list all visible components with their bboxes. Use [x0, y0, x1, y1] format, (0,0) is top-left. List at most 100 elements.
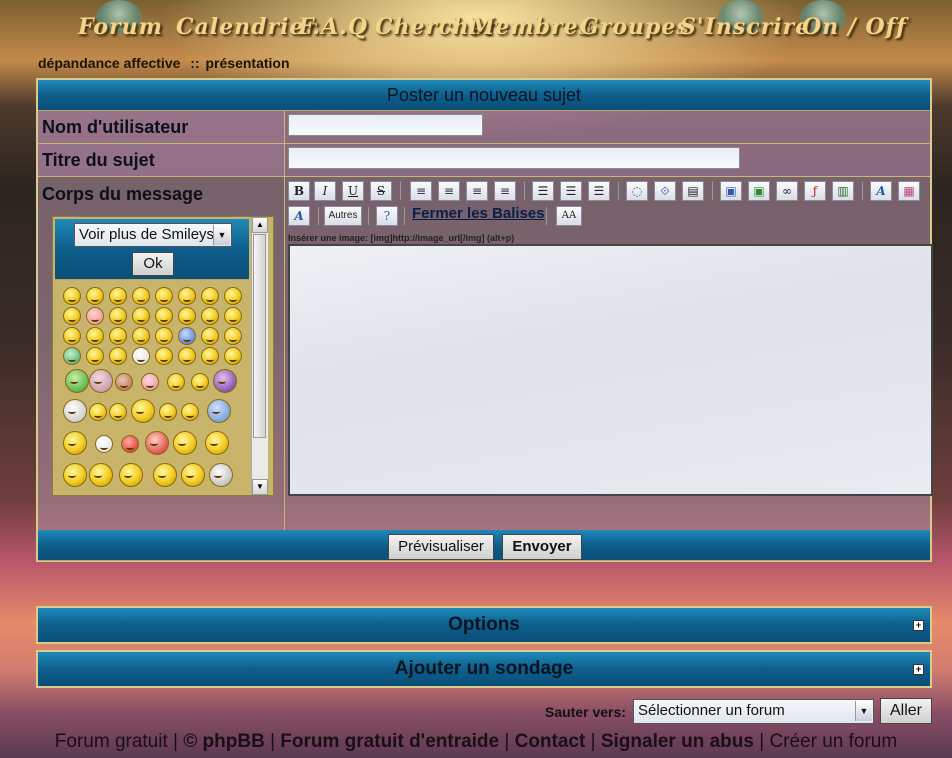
smiley-icon[interactable] [155, 307, 173, 325]
strike-button[interactable]: S [370, 181, 392, 201]
smiley-icon[interactable] [86, 327, 104, 345]
smiley-icon[interactable] [159, 403, 177, 421]
message-textarea[interactable] [288, 244, 933, 496]
smiley-icon[interactable] [181, 463, 205, 487]
image-host-icon[interactable]: ▣ [720, 181, 742, 201]
smiley-icon[interactable] [63, 431, 87, 455]
video-icon[interactable]: ▥ [832, 181, 854, 201]
expand-icon[interactable]: + [913, 620, 924, 631]
breadcrumb-subforum[interactable]: présentation [206, 55, 290, 71]
font-size-icon[interactable]: AA [556, 206, 582, 226]
send-button[interactable]: Envoyer [502, 534, 582, 560]
color-palette-icon[interactable]: ▦ [898, 181, 920, 201]
autres-button[interactable]: Autres [324, 206, 362, 226]
nav-groupes[interactable]: Groupes [580, 14, 690, 40]
smiley-icon[interactable] [224, 307, 242, 325]
options-section[interactable]: Options + [36, 606, 932, 644]
smiley-icon[interactable] [63, 399, 87, 423]
smiley-icon[interactable] [145, 431, 169, 455]
smiley-icon[interactable] [63, 347, 81, 365]
jump-forum-select[interactable]: Sélectionner un forum ▼ [633, 699, 874, 724]
smiley-icon[interactable] [178, 347, 196, 365]
smiley-icon[interactable] [63, 327, 81, 345]
smiley-icon[interactable] [109, 403, 127, 421]
italic-button[interactable]: I [314, 181, 336, 201]
code-icon[interactable]: ⟐ [654, 181, 676, 201]
smiley-icon[interactable] [65, 369, 89, 393]
smiley-icon[interactable] [86, 287, 104, 305]
smiley-icon[interactable] [109, 307, 127, 325]
font-face-icon[interactable]: A [288, 206, 310, 226]
footer-entraide[interactable]: Forum gratuit d'entraide [280, 731, 499, 752]
breadcrumb-forum[interactable]: dépandance affective [38, 55, 180, 71]
image-icon[interactable]: ▣ [748, 181, 770, 201]
smiley-icon[interactable] [132, 287, 150, 305]
smiley-icon[interactable] [155, 287, 173, 305]
help-icon[interactable]: ? [376, 206, 398, 226]
bullet-list-icon[interactable]: ☰ [532, 181, 554, 201]
numbered-list-icon[interactable]: ☰ [560, 181, 582, 201]
smiley-icon[interactable] [178, 307, 196, 325]
smiley-icon[interactable] [173, 431, 197, 455]
smiley-icon[interactable] [95, 435, 113, 453]
close-tags-link[interactable]: Fermer les Balises [412, 205, 545, 222]
smiley-icon[interactable] [213, 369, 237, 393]
nav-forum[interactable]: Forum [78, 14, 163, 40]
footer-forum-gratuit[interactable]: Forum gratuit [55, 731, 168, 752]
expand-icon[interactable]: + [913, 664, 924, 675]
smiley-icon[interactable] [89, 463, 113, 487]
align-justify-icon[interactable]: ≡ [494, 181, 516, 201]
smiley-icon[interactable] [89, 403, 107, 421]
smiley-icon[interactable] [191, 373, 209, 391]
footer-creer[interactable]: Créer un forum [769, 731, 897, 752]
smiley-icon[interactable] [132, 327, 150, 345]
footer-abus[interactable]: Signaler un abus [601, 731, 754, 752]
align-left-icon[interactable]: ≡ [410, 181, 432, 201]
smiley-icon[interactable] [224, 327, 242, 345]
preview-button[interactable]: Prévisualiser [388, 534, 494, 560]
subject-input[interactable] [288, 147, 740, 169]
flash-icon[interactable]: ƒ [804, 181, 826, 201]
smiley-icon[interactable] [201, 347, 219, 365]
table-icon[interactable]: ▤ [682, 181, 704, 201]
smiley-icon[interactable] [115, 373, 133, 391]
underline-button[interactable]: U [342, 181, 364, 201]
font-color-icon[interactable]: A [870, 181, 892, 201]
link-icon[interactable]: ∞ [776, 181, 798, 201]
scroll-down-icon[interactable]: ▼ [252, 479, 268, 495]
nav-faq[interactable]: F.A.Q [298, 14, 368, 40]
smiley-icon[interactable] [109, 347, 127, 365]
smiley-icon[interactable] [167, 373, 185, 391]
smiley-icon[interactable] [63, 463, 87, 487]
smiley-icon[interactable] [86, 347, 104, 365]
smiley-icon[interactable] [209, 463, 233, 487]
scrollbar-thumb[interactable] [253, 234, 266, 438]
smiley-scrollbar[interactable]: ▲ ▼ [251, 217, 268, 495]
nav-calendrier[interactable]: Calendrier [176, 14, 317, 40]
smiley-icon[interactable] [201, 287, 219, 305]
poll-section[interactable]: Ajouter un sondage + [36, 650, 932, 688]
smiley-icon[interactable] [155, 347, 173, 365]
smiley-icon[interactable] [178, 287, 196, 305]
smiley-icon[interactable] [86, 307, 104, 325]
horizontal-rule-icon[interactable]: ☰ [588, 181, 610, 201]
smiley-icon[interactable] [224, 287, 242, 305]
smiley-icon[interactable] [178, 327, 196, 345]
smiley-icon[interactable] [132, 347, 150, 365]
nav-on-off[interactable]: On / Off [802, 14, 907, 40]
smiley-icon[interactable] [89, 369, 113, 393]
smiley-icon[interactable] [132, 307, 150, 325]
footer-contact[interactable]: Contact [515, 731, 586, 752]
quote-icon[interactable]: ◌ [626, 181, 648, 201]
username-input[interactable] [288, 114, 483, 136]
smiley-icon[interactable] [181, 403, 199, 421]
align-right-icon[interactable]: ≡ [466, 181, 488, 201]
jump-go-button[interactable]: Aller [880, 698, 932, 724]
smiley-icon[interactable] [63, 287, 81, 305]
smiley-icon[interactable] [155, 327, 173, 345]
smiley-icon[interactable] [224, 347, 242, 365]
smiley-icon[interactable] [153, 463, 177, 487]
smiley-icon[interactable] [109, 327, 127, 345]
smiley-icon[interactable] [121, 435, 139, 453]
smiley-icon[interactable] [131, 399, 155, 423]
